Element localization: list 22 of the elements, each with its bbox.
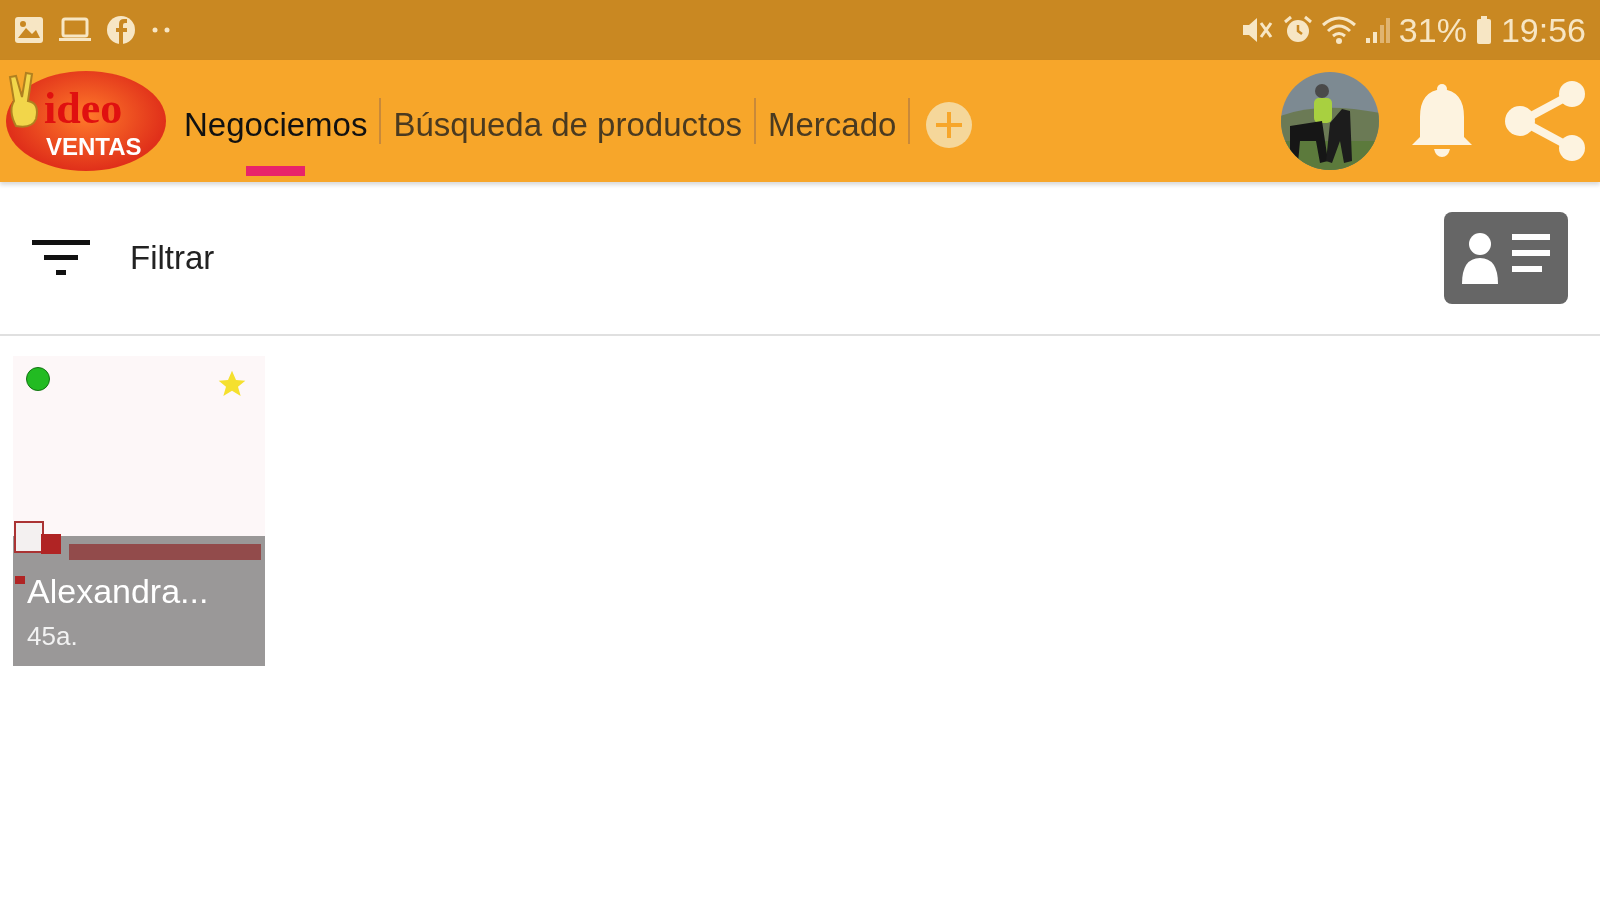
profile-name: Alexandra... [27,572,210,611]
alarm-icon [1282,15,1313,45]
facebook-icon [106,15,136,45]
signal-icon [1364,16,1391,44]
laptop-icon [58,17,92,43]
clock: 19:56 [1500,10,1586,50]
profile-card[interactable]: Alexandra... 45a. [13,356,265,666]
profile-age: 45a. [27,621,79,652]
battery-icon [1474,15,1493,45]
mute-icon [1240,15,1275,45]
battery-percent: 31% [1398,10,1467,50]
logo-word: ideo [44,83,123,134]
logo-tagline: VENTAS [46,133,142,161]
more-icon [150,26,172,34]
contact-card-button[interactable] [1444,212,1568,304]
tab[interactable]: Búsqueda de productos [387,60,749,182]
filter-button[interactable]: Filtrar [130,239,215,277]
tab[interactable]: Negociemos [178,60,374,182]
filter-icon[interactable] [32,238,90,278]
image-icon [14,16,44,44]
tab[interactable]: Mercado [762,60,903,182]
wifi-icon [1320,15,1357,45]
